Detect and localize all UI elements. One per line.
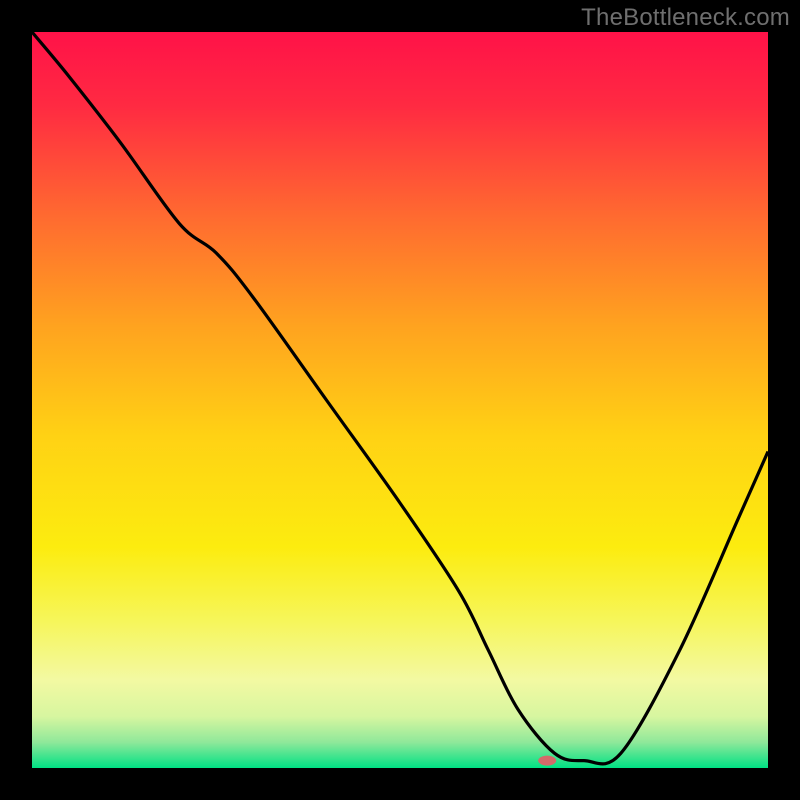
chart-frame: TheBottleneck.com (0, 0, 800, 800)
watermark-text: TheBottleneck.com (581, 4, 790, 32)
plot-background (32, 32, 768, 768)
chart-svg (0, 0, 800, 800)
optimal-marker (538, 756, 556, 766)
